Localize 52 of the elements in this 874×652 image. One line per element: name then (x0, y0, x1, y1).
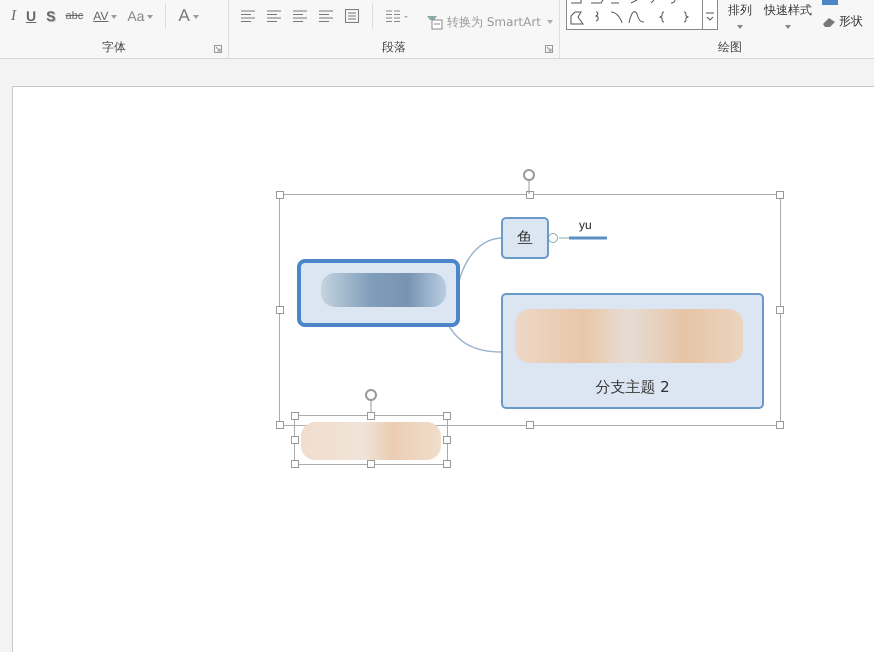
resize-handle[interactable] (526, 191, 534, 199)
resize-handle[interactable] (776, 306, 784, 314)
convert-smartart-button[interactable]: 转换为 SmartArt (426, 14, 553, 30)
resize-handle[interactable] (443, 460, 451, 468)
resize-handle[interactable] (443, 436, 451, 444)
resize-handle[interactable] (291, 460, 299, 468)
shapes-gallery-drawing[interactable] (566, 0, 718, 30)
dialog-launcher-icon[interactable] (545, 45, 553, 53)
connector-line (448, 326, 502, 353)
align-icon[interactable] (318, 10, 334, 22)
rotate-handle-icon[interactable] (522, 168, 536, 194)
resize-handle[interactable] (367, 412, 375, 420)
text-box[interactable] (294, 415, 448, 465)
text-direction-icon[interactable] (344, 8, 360, 24)
strike-button[interactable]: abc (62, 10, 86, 22)
group-label: 绘图 (718, 39, 742, 56)
resize-handle[interactable] (443, 412, 451, 420)
topic-label: yu (579, 218, 592, 232)
columns-icon[interactable] (385, 10, 409, 22)
eraser-icon (822, 16, 836, 28)
italic-button[interactable]: I (8, 8, 19, 24)
case-button[interactable]: Aa (124, 8, 156, 24)
central-topic[interactable] (297, 259, 460, 327)
shape-effects-button[interactable]: 形状 (822, 13, 863, 30)
dialog-launcher-icon[interactable] (214, 45, 222, 53)
branch-node[interactable]: 分支主题 2 (501, 293, 764, 409)
rotate-handle-icon[interactable] (364, 388, 378, 414)
align-icon[interactable] (292, 10, 308, 22)
spacing-button[interactable]: AV (90, 9, 120, 23)
subtopic-node[interactable]: 鱼 (501, 217, 549, 259)
align-icon[interactable] (266, 10, 282, 22)
resize-handle[interactable] (367, 460, 375, 468)
resize-handle[interactable] (276, 191, 284, 199)
connector-line (458, 237, 502, 282)
align-icon[interactable] (240, 10, 256, 22)
shadow-button[interactable]: S (43, 8, 58, 24)
branch-title: 分支主题 2 (594, 378, 671, 397)
underline-button[interactable]: U (23, 8, 40, 24)
resize-handle[interactable] (276, 306, 284, 314)
arrange-button[interactable]: 排列 (726, 0, 754, 31)
color-button[interactable]: A (175, 6, 202, 26)
topic-underline (569, 236, 607, 240)
caret-icon (737, 25, 743, 29)
resize-handle[interactable] (526, 421, 534, 429)
resize-handle[interactable] (776, 421, 784, 429)
caret-icon (546, 20, 553, 24)
quick-styles-button[interactable]: 快速样式 (762, 0, 814, 31)
caret-icon (785, 25, 791, 29)
smartart-icon (426, 14, 444, 30)
resize-handle[interactable] (776, 191, 784, 199)
group-label: 段落 (382, 39, 406, 56)
group-label: 字体 (102, 39, 126, 56)
